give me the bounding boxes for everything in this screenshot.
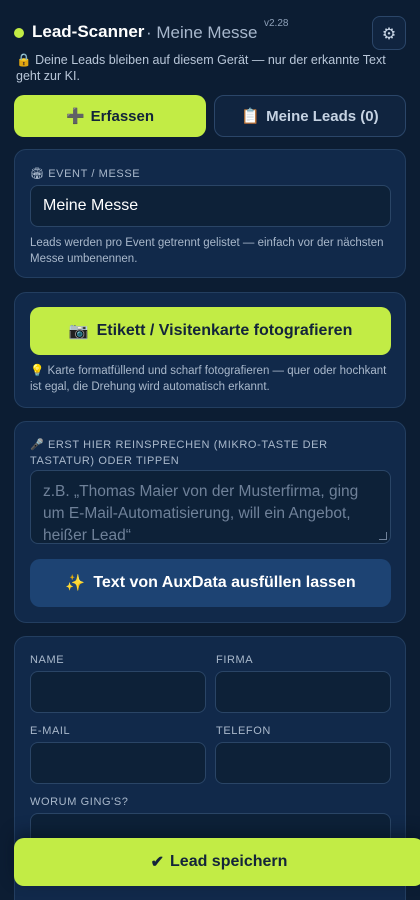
microphone-icon: 🎤 (30, 439, 45, 451)
event-name-input[interactable]: Meine Messe (30, 185, 391, 227)
settings-button[interactable]: ⚙ (372, 16, 406, 50)
lock-icon: 🔒 (16, 53, 32, 67)
current-event-name: · Meine Messe (146, 23, 258, 42)
version-label: v2.28 (264, 18, 289, 29)
app-title: Lead-Scanner (32, 22, 145, 41)
gear-icon: ⚙ (381, 23, 397, 43)
ai-fill-button[interactable]: ✨ Text von AuxData ausfüllen lassen (30, 559, 391, 607)
tab-meine-leads[interactable]: 📋 Meine Leads (0) (214, 95, 406, 137)
tab-meine-leads-label: Meine Leads (0) (266, 107, 379, 125)
event-label-text: EVENT / MESSE (48, 168, 141, 180)
voice-label: 🎤 ERST HIER REINSPRECHEN (MIKRO-TASTE DE… (30, 437, 395, 469)
privacy-notice: 🔒 Deine Leads bleiben auf diesem Gerät —… (16, 52, 388, 84)
tab-erfassen[interactable]: ➕ Erfassen (14, 95, 206, 137)
resize-handle[interactable] (379, 532, 387, 540)
voice-card: 🎤 ERST HIER REINSPRECHEN (MIKRO-TASTE DE… (14, 421, 406, 623)
company-input[interactable] (215, 671, 391, 713)
event-card: 🏟 EVENT / MESSE Meine Messe Leads werden… (14, 149, 406, 278)
save-lead-button[interactable]: ✔ Lead speichern (14, 838, 420, 886)
photograph-card-label: Etikett / Visitenkarte fotografieren (96, 322, 353, 339)
ai-fill-label: Text von AuxData ausfüllen lassen (93, 574, 356, 591)
stadium-icon: 🏟 (30, 168, 45, 180)
event-label: 🏟 EVENT / MESSE (30, 167, 140, 180)
save-lead-label: Lead speichern (170, 853, 288, 870)
plus-icon: ➕ (65, 108, 85, 125)
checkmark-icon: ✔ (150, 854, 165, 871)
status-dot (14, 28, 24, 38)
topic-label: WORUM GING'S? (30, 796, 129, 808)
sparkles-icon: ✨ (65, 575, 86, 592)
event-name-value: Meine Messe (43, 197, 139, 214)
name-input[interactable] (30, 671, 206, 713)
voice-notes-textarea[interactable]: z.B. „Thomas Maier von der Musterfirma, … (30, 470, 391, 544)
voice-label-text: ERST HIER REINSPRECHEN (MIKRO-TASTE DER … (30, 439, 328, 467)
phone-input[interactable] (215, 742, 391, 784)
voice-notes-placeholder: z.B. „Thomas Maier von der Musterfirma, … (43, 483, 359, 544)
camera-icon: 📷 (68, 323, 89, 340)
company-label: FIRMA (216, 654, 254, 666)
clipboard-icon: 📋 (241, 108, 261, 125)
photo-hint: 💡 Karte formatfüllend und scharf fotogra… (30, 363, 395, 395)
event-hint: Leads werden pro Event getrennt gelistet… (30, 237, 384, 265)
lightbulb-icon: 💡 (30, 365, 45, 377)
name-label: NAME (30, 654, 65, 666)
email-input[interactable] (30, 742, 206, 784)
photo-hint-text: Karte formatfüllend und scharf fotografi… (30, 365, 387, 393)
email-label: E-MAIL (30, 725, 71, 737)
photograph-card-button[interactable]: 📷 Etikett / Visitenkarte fotografieren (30, 307, 391, 355)
phone-label: TELEFON (216, 725, 271, 737)
privacy-text: Deine Leads bleiben auf diesem Gerät — n… (16, 53, 386, 83)
app-header: Lead-Scanner · Meine Messe v2.28 ⚙ (14, 14, 406, 54)
photo-card: 📷 Etikett / Visitenkarte fotografieren 💡… (14, 292, 406, 408)
tab-erfassen-label: Erfassen (90, 107, 155, 125)
